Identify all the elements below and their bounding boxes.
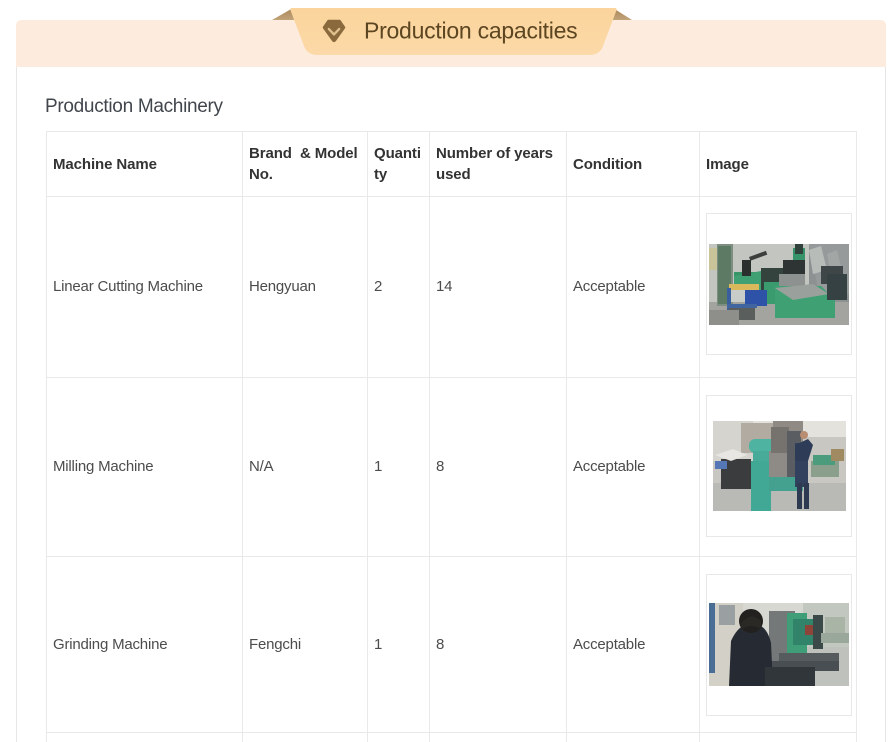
- svg-text:Production capacities: Production capacities: [364, 18, 577, 44]
